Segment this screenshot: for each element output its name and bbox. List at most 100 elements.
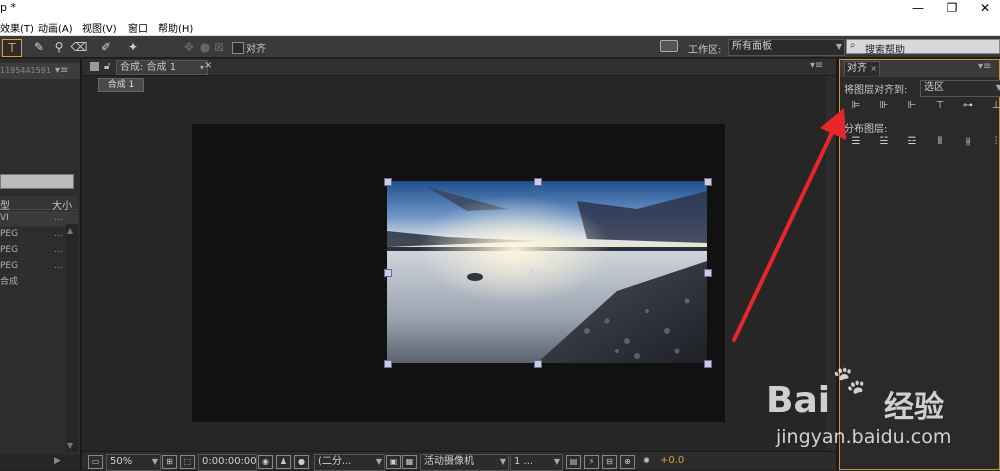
menu-window[interactable]: 窗口: [128, 20, 148, 35]
paw-icon: 🐾︎: [830, 364, 869, 399]
column-size[interactable]: 大小: [52, 197, 72, 212]
scroll-right-icon[interactable]: ▶: [54, 456, 61, 466]
viewer-controls-bar: ▭ 50% ▼ ⊞ ⬚ 0:00:00:00 ◉ ♟ ● (二分... ▼ ▣ …: [82, 451, 836, 471]
chevron-down-icon: ▼: [499, 457, 506, 466]
lakeshore-image: [387, 181, 707, 363]
channel-icon[interactable]: ●: [294, 455, 309, 469]
menu-view[interactable]: 视图(V): [82, 20, 117, 35]
align-checkbox-label: 对齐: [246, 44, 266, 55]
watermark-brand: Bai: [766, 380, 831, 421]
close-tab-icon[interactable]: ×: [204, 60, 212, 71]
roto-brush-tool-icon[interactable]: ✐: [97, 39, 115, 55]
transform-handle[interactable]: [704, 178, 712, 186]
align-checkbox[interactable]: [232, 42, 244, 54]
region-of-interest-icon[interactable]: ▣: [386, 455, 401, 469]
timeline-icon[interactable]: ⊟: [602, 455, 617, 469]
window-title: p *: [0, 1, 16, 14]
distribute-right-icon[interactable]: ⫶: [988, 136, 1000, 148]
camera-dropdown[interactable]: 活动摄像机 ▼: [420, 454, 509, 471]
project-item-name: 1195441591: [0, 66, 51, 75]
timecode-field[interactable]: 0:00:00:00: [198, 454, 257, 471]
distribute-bottom-icon[interactable]: ☲: [904, 136, 920, 148]
menu-effects[interactable]: 效果(T): [0, 20, 34, 35]
align-bottom-icon[interactable]: ⊥: [988, 100, 1000, 112]
menu-bar: 效果(T) 动画(A) 视图(V) 窗口 帮助(H): [0, 17, 1000, 36]
baidu-jingyan-watermark: Bai 🐾︎ 经验 jingyan.baidu.com: [760, 360, 1000, 470]
transform-handle[interactable]: [704, 360, 712, 368]
project-bottom-bar: ▶: [0, 455, 80, 470]
fast-preview-icon[interactable]: ⚡: [584, 455, 599, 469]
transform-handle[interactable]: [534, 360, 542, 368]
composition-breadcrumb[interactable]: 合成 1: [98, 78, 144, 92]
composition-tab-bar: 🔓︎ 合成: 合成 1 ▾ × ▾≡: [82, 59, 836, 76]
workspace-dropdown[interactable]: 所有面板 ▼: [728, 39, 845, 56]
transform-handle[interactable]: [384, 269, 392, 277]
title-bar: p * — ❐ ✕: [0, 0, 1000, 17]
tab-composition[interactable]: 合成: 合成 1 ▾: [116, 60, 208, 75]
close-button[interactable]: ✕: [970, 0, 1000, 17]
distribute-vertical-center-icon[interactable]: ☱: [876, 136, 892, 148]
tools-toolbar: T ✎ ⚲ ⌫ ✐ ✦ ✥ ● ⊠ 对齐 工作区: 所有面板 ▼ ⌕ 搜索帮助: [0, 36, 1000, 58]
brush-tool-icon[interactable]: ✎: [30, 39, 48, 55]
row-size: ...: [54, 245, 63, 255]
distribute-left-icon[interactable]: ⫴: [932, 136, 948, 148]
panel-menu-icon[interactable]: ▾≡: [978, 61, 991, 72]
transparency-grid-icon[interactable]: ▦: [402, 455, 417, 469]
align-right-icon[interactable]: ⊩: [904, 100, 920, 112]
search-icon: ⌕: [850, 40, 856, 51]
chevron-down-icon: ▼: [375, 457, 382, 466]
align-vertical-center-icon[interactable]: ⊶: [960, 100, 976, 112]
puppet-pin-tool-icon[interactable]: ✦: [124, 39, 142, 55]
toggle-pixel-aspect-icon[interactable]: ▤: [566, 455, 581, 469]
tab-align[interactable]: 对齐 ×: [844, 61, 880, 76]
transform-handle[interactable]: [534, 178, 542, 186]
project-scrollbar[interactable]: ▲ ▼: [66, 224, 78, 452]
align-horizontal-center-icon[interactable]: ⊪: [876, 100, 892, 112]
workspace-toggle-icon[interactable]: [660, 40, 678, 52]
exposure-icon[interactable]: ✺: [640, 455, 653, 467]
views-dropdown[interactable]: 1 ... ▼: [510, 454, 563, 471]
eraser-tool-icon[interactable]: ⌫: [70, 39, 88, 55]
safe-margins-icon[interactable]: ⊞: [162, 455, 177, 469]
distribute-horizontal-center-icon[interactable]: ⫵: [960, 136, 976, 148]
zoom-value: 50%: [110, 456, 133, 467]
lock-icon[interactable]: 🔓︎: [104, 61, 110, 72]
watermark-brand-cn: 经验: [884, 390, 944, 425]
menu-help[interactable]: 帮助(H): [158, 20, 193, 35]
snapshot-icon[interactable]: ◉: [258, 455, 273, 469]
row-type: 合成: [0, 277, 19, 287]
anchor-point-icon[interactable]: ⟡⟡: [528, 266, 543, 280]
zoom-dropdown[interactable]: 50% ▼: [106, 454, 161, 471]
flowchart-icon[interactable]: ⊕: [620, 455, 635, 469]
menu-animation[interactable]: 动画(A): [38, 20, 73, 35]
show-snapshot-icon[interactable]: ♟: [276, 455, 291, 469]
watermark-url: jingyan.baidu.com: [776, 426, 952, 448]
red-arrow-annotation: [732, 108, 846, 342]
type-tool-icon[interactable]: T: [2, 39, 22, 57]
close-tab-icon[interactable]: ×: [870, 64, 877, 73]
row-size: ...: [54, 229, 63, 239]
camera-value: 活动摄像机: [424, 456, 474, 467]
viewer-lock-icon[interactable]: [90, 62, 99, 71]
search-help-field[interactable]: ⌕ 搜索帮助: [846, 39, 1000, 56]
resolution-dropdown[interactable]: (二分... ▼: [314, 454, 385, 471]
panel-menu-icon[interactable]: ▾≡: [810, 60, 823, 71]
panel-menu-icon[interactable]: ▾≡: [55, 63, 68, 79]
column-type[interactable]: 型: [0, 197, 10, 212]
transform-handle[interactable]: [384, 360, 392, 368]
mask-visibility-icon[interactable]: ⬚: [180, 455, 195, 469]
transform-handle[interactable]: [704, 269, 712, 277]
align-top-icon[interactable]: ⊤: [932, 100, 948, 112]
restore-button[interactable]: ❐: [937, 0, 967, 17]
align-panel-header: 对齐 × ▾≡: [840, 60, 999, 77]
footage-layer[interactable]: [387, 181, 707, 363]
clone-stamp-tool-icon[interactable]: ⚲: [50, 39, 68, 55]
project-panel-header: 1195441591 ▾≡: [0, 63, 80, 79]
minimize-button[interactable]: —: [903, 0, 933, 17]
exposure-value[interactable]: +0.0: [660, 455, 684, 466]
views-value: 1 ...: [514, 456, 534, 467]
align-to-dropdown[interactable]: 选区 ▼: [920, 80, 1000, 97]
transform-handle[interactable]: [384, 178, 392, 186]
always-preview-icon[interactable]: ▭: [88, 455, 103, 469]
project-search-field[interactable]: [0, 174, 74, 189]
